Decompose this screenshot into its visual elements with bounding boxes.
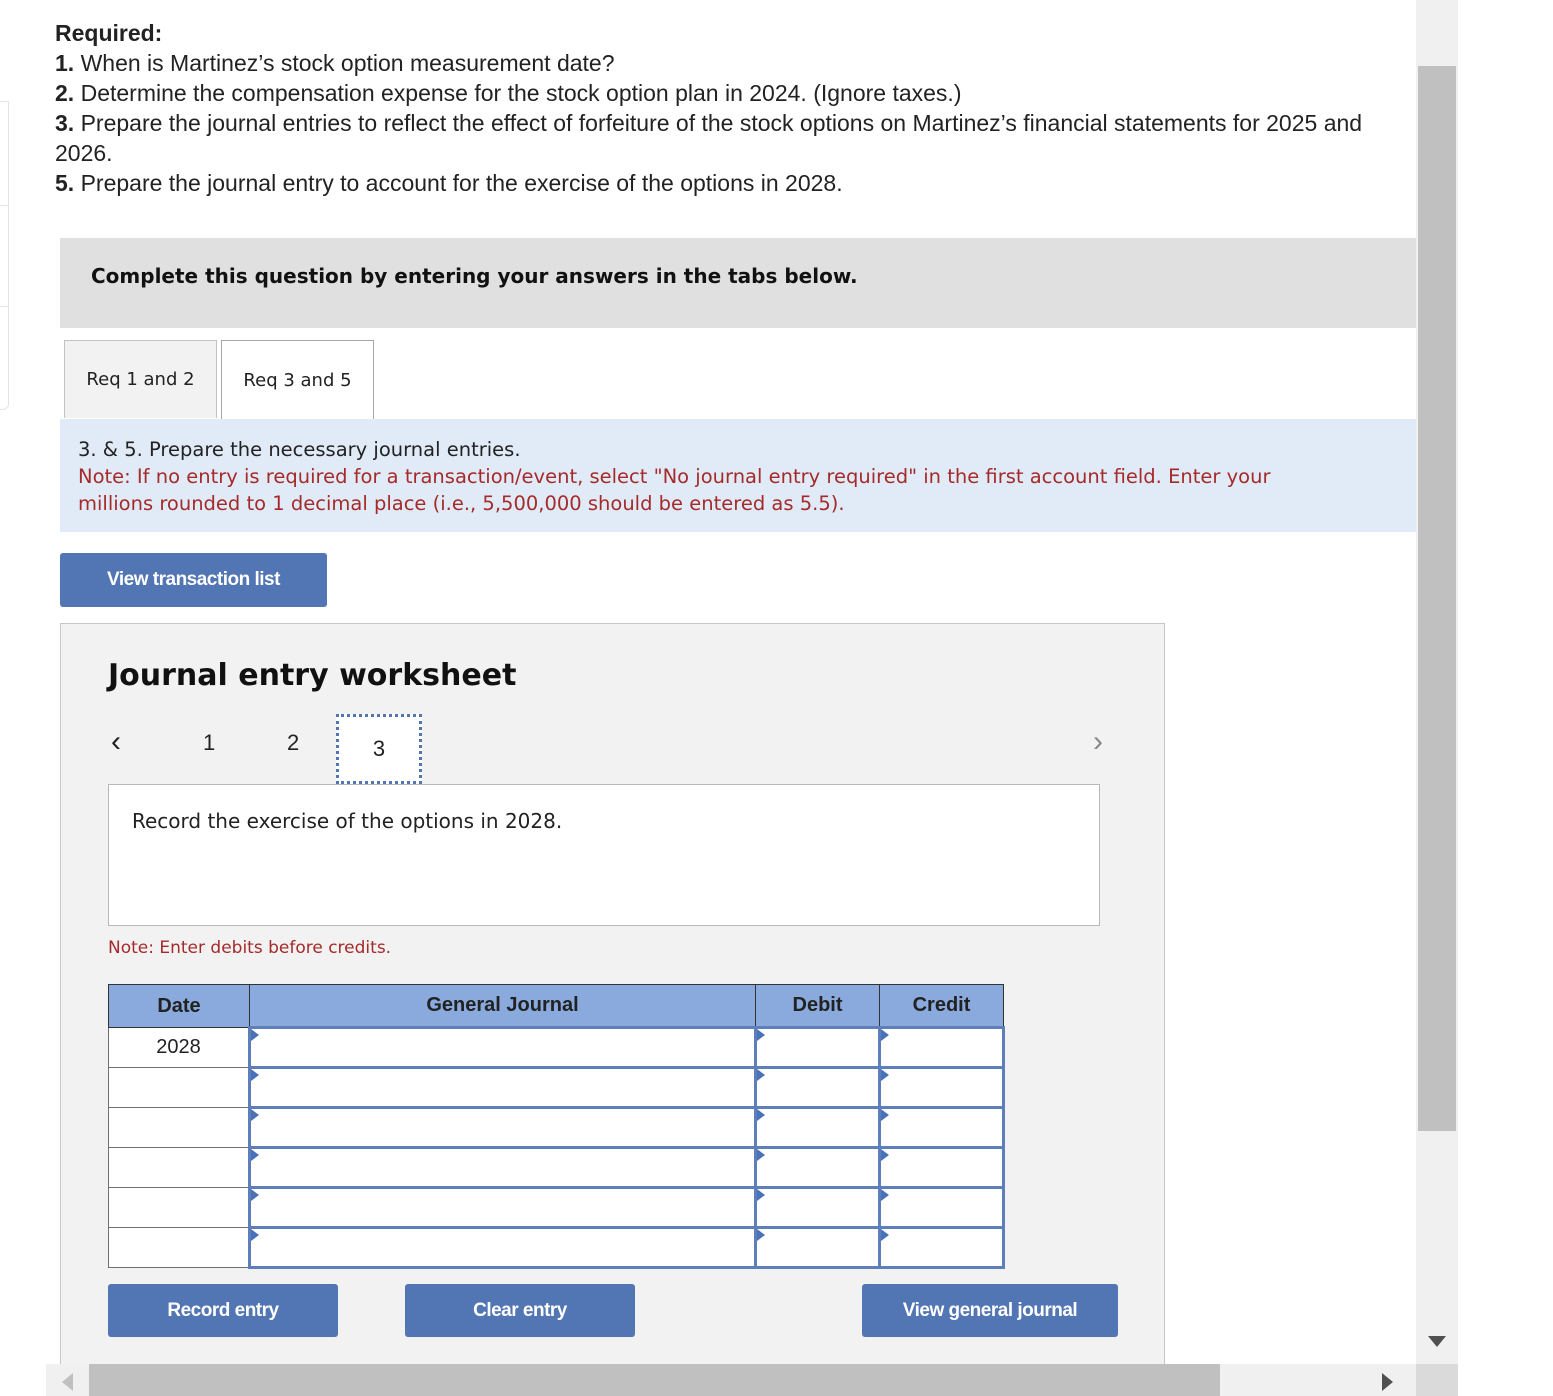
required-item: 5. Prepare the journal entry to account … bbox=[55, 170, 843, 196]
chevron-left-icon[interactable]: ‹ bbox=[111, 725, 121, 759]
account-input[interactable] bbox=[248, 1026, 757, 1069]
account-input[interactable] bbox=[248, 1186, 757, 1229]
vertical-scrollbar[interactable] bbox=[1416, 0, 1458, 1364]
column-header-debit: Debit bbox=[755, 984, 880, 1028]
transaction-description-text: Record the exercise of the options in 20… bbox=[132, 809, 563, 833]
instruction-text: Complete this question by entering your … bbox=[91, 264, 858, 288]
horizontal-scrollbar[interactable] bbox=[46, 1364, 1416, 1396]
debit-input[interactable] bbox=[754, 1066, 881, 1109]
requirement-tabs: Req 1 and 2 Req 3 and 5 bbox=[60, 340, 1416, 420]
clear-entry-button[interactable]: Clear entry bbox=[405, 1284, 635, 1337]
worksheet-title: Journal entry worksheet bbox=[108, 658, 517, 693]
debit-input[interactable] bbox=[754, 1026, 881, 1069]
column-header-credit: Credit bbox=[879, 984, 1004, 1028]
side-panel-edge bbox=[0, 205, 9, 307]
record-entry-button[interactable]: Record entry bbox=[108, 1284, 338, 1337]
tab-req-1-and-2[interactable]: Req 1 and 2 bbox=[64, 340, 217, 418]
credit-input[interactable] bbox=[878, 1146, 1005, 1189]
date-cell bbox=[108, 1067, 250, 1108]
scrollbar-corner bbox=[1416, 1364, 1458, 1396]
account-input[interactable] bbox=[248, 1066, 757, 1109]
scroll-down-arrow-icon[interactable] bbox=[1428, 1336, 1446, 1347]
page-1-button[interactable]: 1 bbox=[203, 730, 215, 756]
page-3-button-current[interactable]: 3 bbox=[336, 714, 422, 784]
table-row: 2028 bbox=[108, 1026, 1005, 1069]
credit-input[interactable] bbox=[878, 1026, 1005, 1069]
debit-input[interactable] bbox=[754, 1146, 881, 1189]
account-input[interactable] bbox=[248, 1146, 757, 1189]
journal-entry-worksheet: Journal entry worksheet ‹ 1 2 3 › Record… bbox=[60, 623, 1165, 1383]
prompt-heading: 3. & 5. Prepare the necessary journal en… bbox=[78, 438, 521, 461]
required-section: Required: 1. When is Martinez’s stock op… bbox=[55, 18, 1415, 198]
date-cell: 2028 bbox=[108, 1027, 250, 1068]
horizontal-scrollbar-thumb[interactable] bbox=[89, 1364, 1220, 1396]
page-2-button[interactable]: 2 bbox=[287, 730, 299, 756]
side-panel-edge bbox=[0, 101, 9, 206]
date-cell bbox=[108, 1227, 250, 1268]
scroll-right-arrow-icon[interactable] bbox=[1382, 1373, 1393, 1391]
table-row bbox=[108, 1066, 1005, 1109]
tab-req-3-and-5[interactable]: Req 3 and 5 bbox=[221, 340, 374, 420]
date-cell bbox=[108, 1187, 250, 1228]
question-prompt: 3. & 5. Prepare the necessary journal en… bbox=[60, 419, 1416, 532]
date-cell bbox=[108, 1147, 250, 1188]
transaction-description: Record the exercise of the options in 20… bbox=[108, 784, 1100, 926]
column-header-general-journal: General Journal bbox=[249, 984, 756, 1028]
table-row bbox=[108, 1186, 1005, 1229]
chevron-right-icon[interactable]: › bbox=[1093, 725, 1103, 759]
view-general-journal-button[interactable]: View general journal bbox=[862, 1284, 1118, 1337]
journal-table: Date General Journal Debit Credit 2028 bbox=[108, 984, 1005, 1269]
vertical-scrollbar-thumb[interactable] bbox=[1418, 66, 1456, 1131]
credit-input[interactable] bbox=[878, 1106, 1005, 1149]
journal-header-row: Date General Journal Debit Credit bbox=[108, 984, 1004, 1028]
instruction-bar: Complete this question by entering your … bbox=[60, 238, 1416, 328]
debit-input[interactable] bbox=[754, 1226, 881, 1269]
view-transaction-list-button[interactable]: View transaction list bbox=[60, 553, 327, 607]
credit-input[interactable] bbox=[878, 1066, 1005, 1109]
prompt-note: Note: If no entry is required for a tran… bbox=[78, 465, 1271, 488]
column-header-date: Date bbox=[108, 984, 250, 1028]
side-panel-edge bbox=[0, 306, 9, 410]
debit-input[interactable] bbox=[754, 1106, 881, 1149]
required-title: Required: bbox=[55, 20, 163, 46]
debits-credits-note: Note: Enter debits before credits. bbox=[108, 938, 392, 958]
prompt-note-continued: millions rounded to 1 decimal place (i.e… bbox=[78, 492, 845, 515]
account-input[interactable] bbox=[248, 1106, 757, 1149]
credit-input[interactable] bbox=[878, 1186, 1005, 1229]
date-cell bbox=[108, 1107, 250, 1148]
debit-input[interactable] bbox=[754, 1186, 881, 1229]
table-row bbox=[108, 1226, 1005, 1269]
account-input[interactable] bbox=[248, 1226, 757, 1269]
required-item: 1. When is Martinez’s stock option measu… bbox=[55, 50, 615, 76]
scroll-left-arrow-icon[interactable] bbox=[62, 1373, 73, 1391]
required-item: 2. Determine the compensation expense fo… bbox=[55, 80, 962, 106]
required-item: 3. Prepare the journal entries to reflec… bbox=[55, 110, 1363, 166]
credit-input[interactable] bbox=[878, 1226, 1005, 1269]
table-row bbox=[108, 1106, 1005, 1149]
table-row bbox=[108, 1146, 1005, 1189]
